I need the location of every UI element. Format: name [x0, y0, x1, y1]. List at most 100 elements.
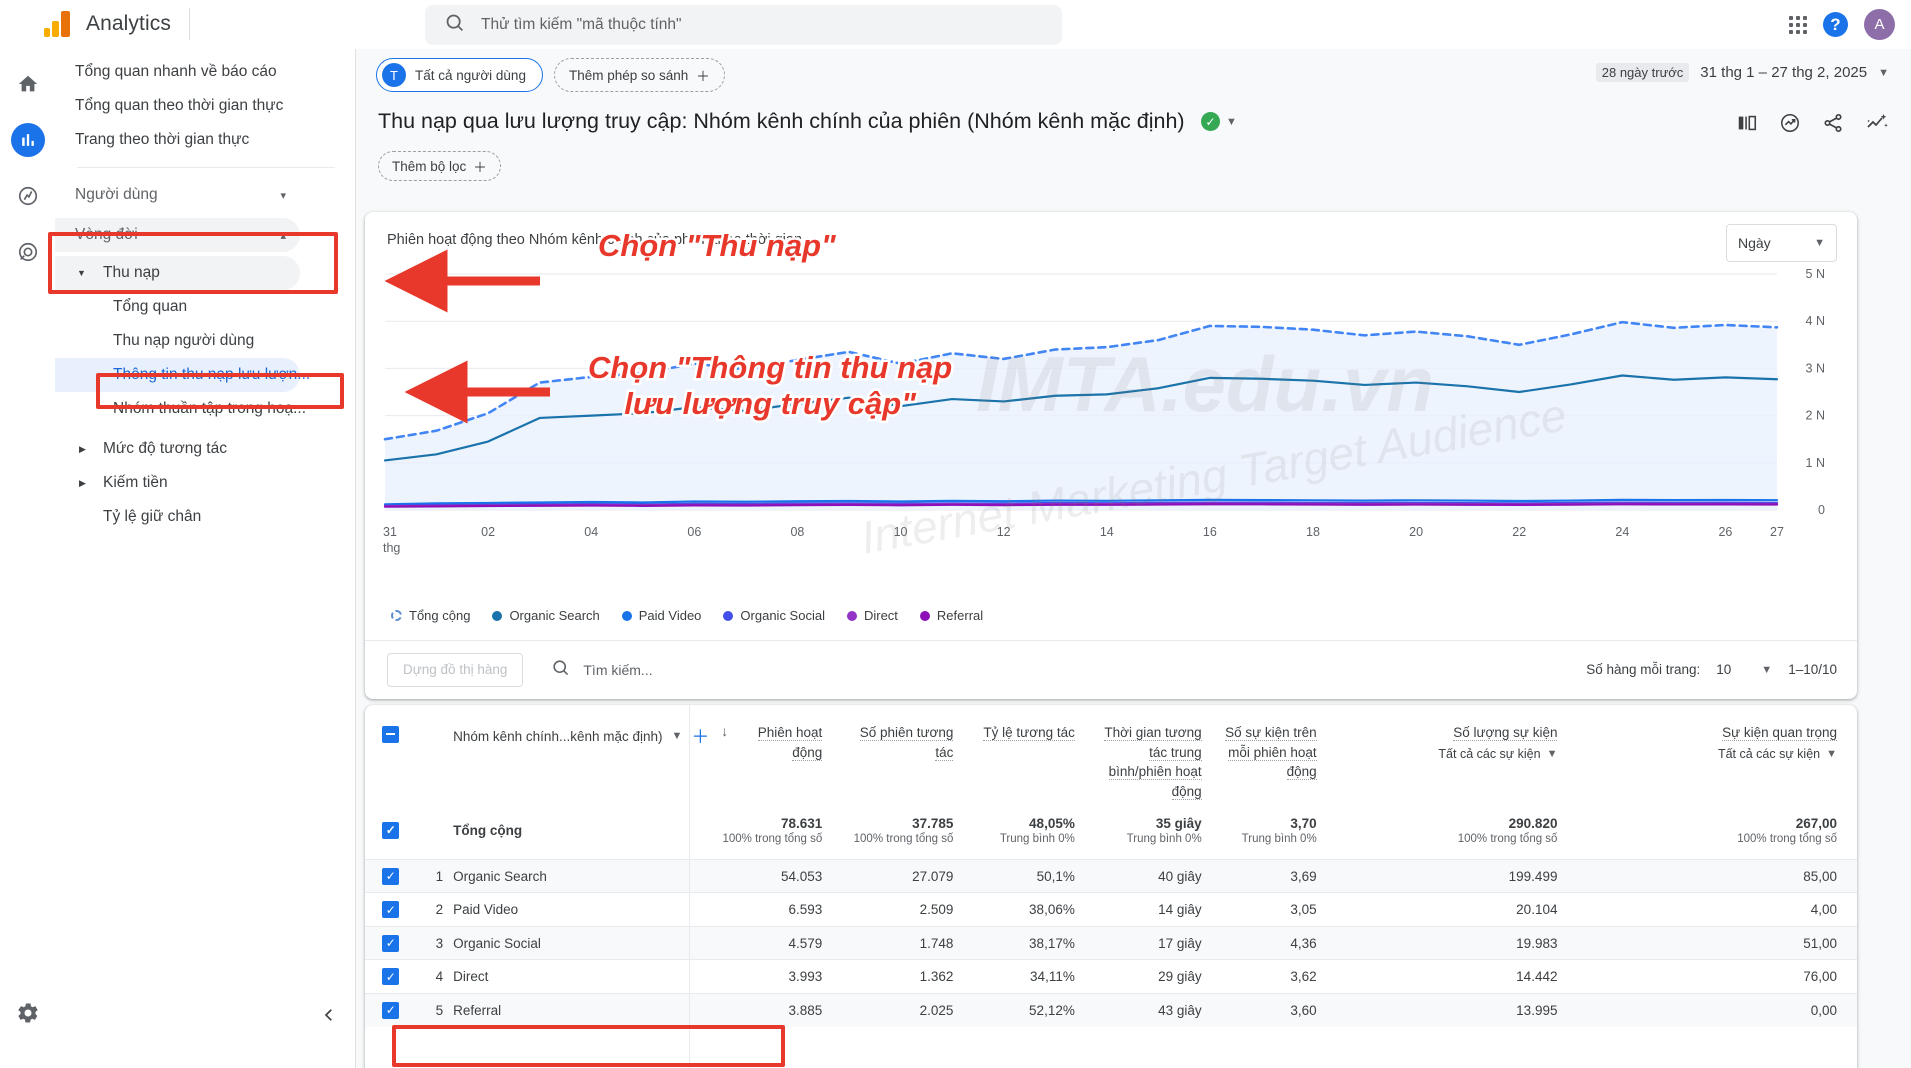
- legend-item-referral[interactable]: Referral: [919, 608, 984, 623]
- sidebar-item-cohort-exploration[interactable]: Nhóm thuần tập trong hoạ...: [55, 392, 306, 426]
- row-checkbox[interactable]: ✓: [382, 968, 400, 985]
- sidebar-item-traffic-acquisition[interactable]: Thông tin thu nạp lưu lượn...: [55, 358, 310, 392]
- legend-item-organic-social[interactable]: Organic Social: [723, 608, 825, 623]
- chevron-down-icon: ▼: [1814, 237, 1825, 249]
- cell-note: 100% trong tổng số: [1457, 832, 1558, 845]
- date-range-picker[interactable]: 28 ngày trước 31 thg 1 – 27 thg 2, 2025 …: [1595, 63, 1889, 82]
- sidebar-item-acquisition[interactable]: ▼ Thu nạp: [55, 256, 300, 290]
- add-dimension-icon[interactable]: ＋: [691, 723, 709, 749]
- legend-item-direct[interactable]: Direct: [846, 608, 898, 623]
- svg-text:22: 22: [1512, 525, 1526, 539]
- key-events-filter-label: Tất cả các sự kiện: [1717, 746, 1821, 761]
- sort-desc-icon[interactable]: ↓: [721, 723, 728, 739]
- column-header-sessions[interactable]: ↓ Phiên hoạt động: [713, 705, 842, 801]
- table-row[interactable]: ✓ 3 Organic Social 4.579 1.748 38,17% 17…: [365, 926, 1857, 960]
- insights-icon[interactable]: [1779, 112, 1801, 139]
- table-search[interactable]: [551, 658, 804, 682]
- sidebar-item-user-acquisition[interactable]: Thu nạp người dùng: [55, 324, 300, 358]
- sidebar-item-user[interactable]: Người dùng ▾: [55, 178, 300, 212]
- row-label[interactable]: Direct: [453, 960, 713, 994]
- sidebar-item-label: Tỷ lệ giữ chân: [103, 508, 202, 525]
- rail-settings-icon[interactable]: [11, 996, 45, 1030]
- help-icon[interactable]: ?: [1823, 12, 1848, 37]
- row-checkbox[interactable]: ✓: [382, 867, 400, 885]
- svg-text:thg: thg: [383, 541, 400, 555]
- row-label[interactable]: Organic Search: [453, 859, 713, 893]
- share-icon[interactable]: [1822, 112, 1844, 139]
- select-all-cell: [365, 705, 417, 801]
- legend-item-organic-search[interactable]: Organic Search: [492, 608, 600, 623]
- sidebar-item-lifecycle[interactable]: Vòng đời ▴: [55, 218, 300, 252]
- sidebar-item-realtime-pages[interactable]: Trang theo thời gian thực: [55, 123, 300, 157]
- chevron-down-icon[interactable]: ▼: [672, 730, 683, 742]
- legend-item-total[interactable]: Tổng cộng: [391, 608, 470, 623]
- data-quality-indicator[interactable]: ✓ ▼: [1201, 112, 1237, 131]
- sidebar-item-realtime-overview[interactable]: Tổng quan theo thời gian thực: [55, 89, 300, 123]
- column-header-engaged-sessions[interactable]: Số phiên tương tác: [842, 705, 973, 801]
- totals-cell: 48,05% Trung bình 0%: [973, 801, 1094, 859]
- dimension-select-label[interactable]: Nhóm kênh chính...kênh mặc định): [453, 729, 662, 744]
- date-range-badge: 28 ngày trước: [1595, 63, 1690, 82]
- rail-advertising-icon[interactable]: [11, 235, 45, 269]
- table-row[interactable]: ✓ 2 Paid Video 6.593 2.509 38,06% 14 giâ…: [365, 892, 1857, 927]
- rows-per-page-select[interactable]: 10 ▼: [1716, 662, 1772, 677]
- cell-value: 85,00: [1803, 868, 1837, 884]
- rail-home-icon[interactable]: [11, 67, 45, 101]
- cell-value: 17 giây: [1158, 935, 1202, 951]
- audience-chip[interactable]: T Tất cả người dùng: [376, 58, 543, 92]
- avatar[interactable]: A: [1864, 9, 1895, 40]
- rail-explore-icon[interactable]: [11, 179, 45, 213]
- time-series-chart[interactable]: 0 1 N 2 N 3 N 4 N 5 N thg 31 02 04 06 08 10 12 14 16 18 2…: [365, 262, 1857, 562]
- sidebar-item-retention[interactable]: Tỷ lệ giữ chân: [55, 500, 300, 534]
- column-header-key-events[interactable]: Sự kiện quan trọng Tất cả các sự kiện ▼: [1577, 705, 1857, 801]
- table-row[interactable]: ✓ 4 Direct 3.993 1.362 34,11% 29 giây 3,…: [365, 959, 1857, 994]
- cell-value: 3.885: [788, 1002, 823, 1018]
- column-header-avg-engagement-time[interactable]: Thời gian tương tác trung bình/phiên hoạ…: [1095, 705, 1222, 801]
- rail-reports-icon[interactable]: [10, 123, 45, 157]
- global-search[interactable]: [425, 5, 1062, 45]
- column-header-label: Tỷ lệ tương tác: [983, 725, 1075, 741]
- search-input[interactable]: [481, 16, 981, 34]
- row-label[interactable]: Paid Video: [453, 893, 713, 927]
- column-header-label: Thời gian tương tác trung bình/phiên hoạ…: [1104, 725, 1202, 800]
- column-header-event-count[interactable]: Số lượng sự kiện Tất cả các sự kiện ▼: [1337, 705, 1578, 801]
- row-label[interactable]: Organic Social: [453, 926, 713, 960]
- totals-cell: 267,00 100% trong tổng số: [1577, 801, 1857, 859]
- table-search-input[interactable]: [583, 661, 804, 678]
- legend-item-paid-video[interactable]: Paid Video: [621, 608, 701, 623]
- compare-view-icon[interactable]: [1736, 112, 1758, 139]
- sidebar-item-reports-snapshot[interactable]: Tổng quan nhanh về báo cáo: [55, 55, 300, 89]
- add-filter-chip[interactable]: Thêm bộ lọc ＋: [378, 151, 501, 181]
- column-header-engagement-rate[interactable]: Tỷ lệ tương tác: [973, 705, 1094, 801]
- sidebar-item-engagement[interactable]: ▶ Mức độ tương tác: [55, 432, 300, 466]
- granularity-select[interactable]: Ngày ▼: [1726, 224, 1837, 262]
- event-count-filter[interactable]: Tất cả các sự kiện ▼: [1438, 747, 1557, 761]
- sidebar-item-acquisition-overview[interactable]: Tổng quan: [55, 290, 300, 324]
- sidebar-item-label: Vòng đời: [75, 226, 138, 243]
- sidebar-item-label: Tổng quan nhanh về báo cáo: [75, 63, 277, 80]
- sidebar-item-monetisation[interactable]: ▶ Kiếm tiền: [55, 466, 300, 500]
- table-row[interactable]: ✓ 1 Organic Search 54.053 27.079 50,1% 4…: [365, 859, 1857, 893]
- apps-grid-icon[interactable]: [1789, 15, 1807, 34]
- column-header-events-per-session[interactable]: Số sự kiện trên mỗi phiên hoạt động: [1222, 705, 1337, 801]
- page-header: Thu nạp qua lưu lượng truy cập: Nhóm kên…: [356, 101, 1911, 145]
- cell-value: 19.983: [1516, 935, 1558, 951]
- row-checkbox[interactable]: ✓: [382, 1001, 400, 1019]
- row-checkbox[interactable]: ✓: [382, 901, 400, 918]
- table-row[interactable]: ✓ 5 Referral 3.885 2.025 52,12% 43 giây …: [365, 993, 1857, 1027]
- ask-analytics-icon[interactable]: [1865, 111, 1889, 140]
- plus-icon: ＋: [696, 69, 710, 84]
- row-checkbox[interactable]: ✓: [382, 934, 400, 952]
- row-checkbox[interactable]: ✓: [382, 821, 400, 839]
- collapse-sidebar-button[interactable]: [313, 999, 345, 1031]
- add-comparison-chip[interactable]: Thêm phép so sánh ＋: [553, 58, 725, 92]
- build-row-chart-button[interactable]: Dựng đồ thị hàng: [387, 652, 524, 687]
- sidebar-nav: Tổng quan nhanh về báo cáo Tổng quan the…: [55, 49, 355, 1068]
- column-header-label: Số lượng sự kiện: [1453, 725, 1558, 741]
- cell-value: 3,69: [1290, 868, 1317, 884]
- row-label[interactable]: Referral: [453, 993, 713, 1027]
- select-all-checkbox[interactable]: [382, 725, 400, 743]
- sidebar-item-label: Nhóm thuần tập trong hoạ...: [113, 400, 307, 417]
- key-events-filter[interactable]: Tất cả các sự kiện ▼: [1718, 747, 1837, 761]
- legend-label: Referral: [936, 608, 984, 623]
